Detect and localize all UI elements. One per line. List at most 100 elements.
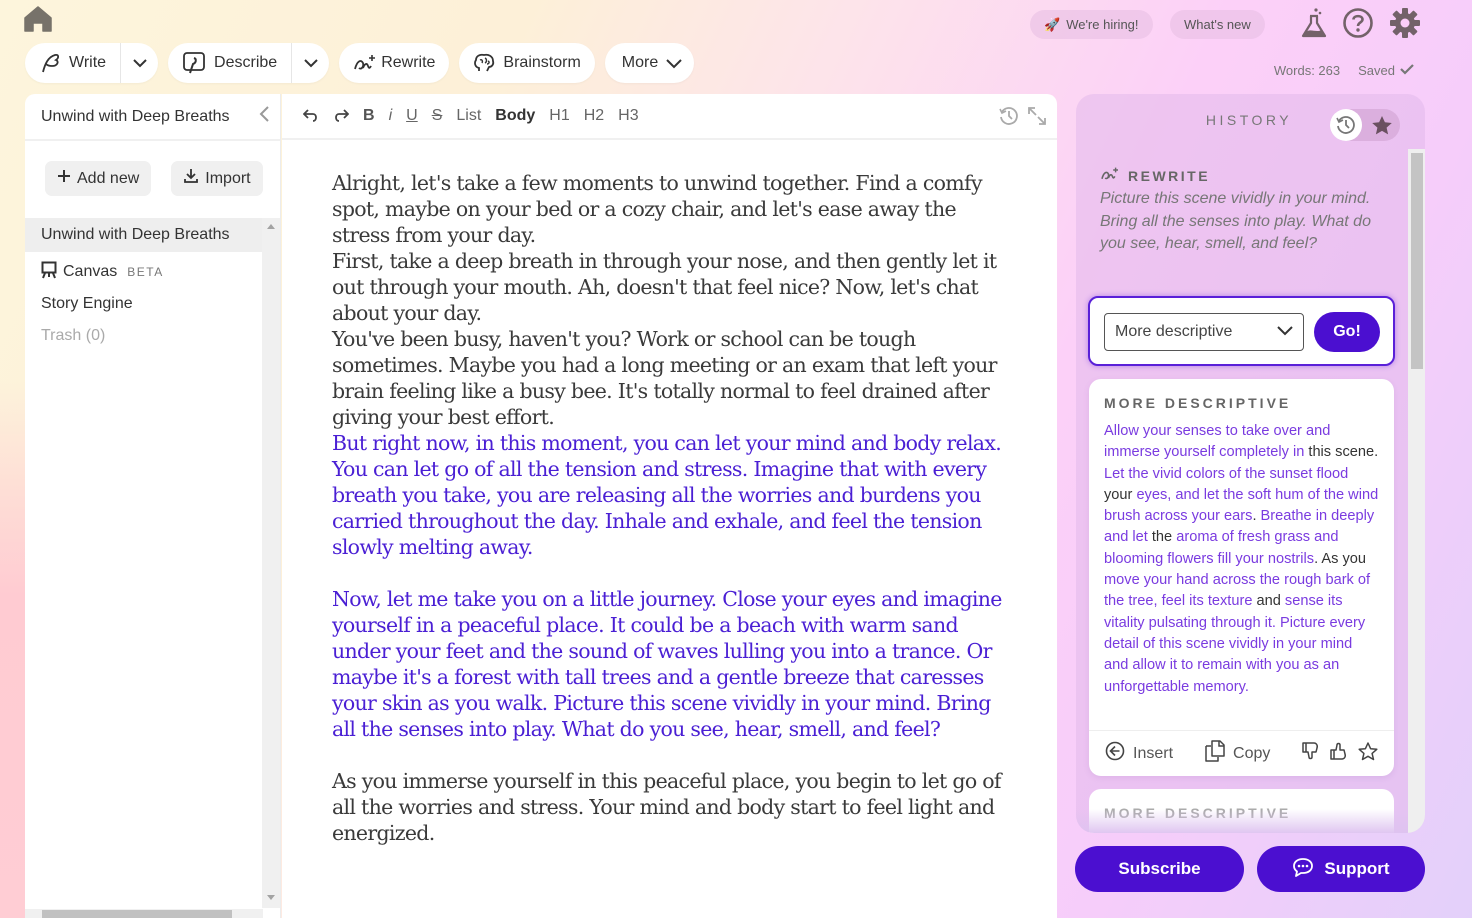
select-value: More descriptive	[1115, 323, 1233, 340]
plus-icon	[57, 169, 71, 188]
chat-icon	[1292, 857, 1314, 882]
star-outline-icon[interactable]	[1358, 741, 1378, 766]
history-panel: HISTORY REWRITE Picture this scene vivid…	[1076, 94, 1425, 833]
rewrite-icon	[353, 53, 377, 73]
check-icon	[1400, 63, 1414, 78]
document-status: Words: 263 Saved	[1274, 63, 1414, 78]
home-icon[interactable]	[24, 6, 52, 32]
expand-icon[interactable]	[1027, 106, 1047, 131]
format-toolbar: B i U S List Body H1 H2 H3	[282, 94, 1057, 140]
generated-paragraph: Now, let me take you on a little journey…	[332, 587, 1002, 741]
paragraph: As you immerse yourself in this peaceful…	[332, 769, 1002, 845]
editor-toolbar-right	[999, 106, 1047, 131]
kept-text: .	[1252, 508, 1261, 525]
thumbs-up-icon[interactable]	[1330, 742, 1348, 765]
italic-button[interactable]: i	[382, 107, 400, 125]
add-new-button[interactable]: Add new	[45, 161, 152, 196]
insert-icon	[1105, 741, 1125, 766]
card-title: MORE DESCRIPTIVE	[1104, 395, 1292, 411]
support-button[interactable]: Support	[1257, 846, 1425, 892]
copy-icon	[1205, 740, 1225, 767]
help-icon[interactable]	[1342, 7, 1374, 39]
sidebar-vertical-scrollbar[interactable]	[262, 218, 280, 908]
describe-icon	[182, 51, 206, 75]
sidebar-item-story-engine[interactable]: Story Engine	[25, 288, 263, 320]
redo-button[interactable]	[326, 109, 356, 123]
history-favorites-toggle[interactable]	[1330, 109, 1400, 141]
paragraph: You've been busy, haven't you? Work or s…	[332, 327, 997, 429]
bold-button[interactable]: B	[356, 107, 382, 125]
chevron-down-icon	[1277, 323, 1293, 341]
h1-button[interactable]: H1	[542, 107, 576, 125]
scroll-up-arrow-icon[interactable]	[267, 224, 275, 229]
history-scrollbar[interactable]	[1408, 149, 1425, 833]
sidebar-item-trash[interactable]: Trash (0)	[25, 320, 263, 352]
write-button[interactable]: Write	[25, 43, 120, 83]
import-label: Import	[205, 169, 251, 187]
sidebar-item-label: Trash (0)	[41, 327, 106, 344]
flask-icon[interactable]	[1298, 7, 1330, 39]
sidebar-item-label: Canvas	[63, 263, 118, 280]
go-button[interactable]: Go!	[1314, 312, 1380, 352]
describe-button[interactable]: Describe	[168, 43, 291, 83]
feedback-buttons	[1302, 741, 1378, 766]
add-new-label: Add new	[77, 169, 140, 187]
rewrite-button[interactable]: Rewrite	[339, 43, 450, 83]
sidebar-item-canvas[interactable]: Canvas BETA	[25, 256, 263, 288]
insert-button[interactable]: Insert	[1105, 741, 1173, 766]
rewrite-icon	[1100, 166, 1120, 185]
rewrite-button-inner: Rewrite	[339, 43, 449, 83]
write-button-group: Write	[25, 43, 159, 83]
sidebar-horizontal-scrollbar[interactable]	[25, 909, 263, 918]
thumbs-down-icon[interactable]	[1302, 742, 1320, 765]
chevron-down-icon	[666, 58, 682, 69]
document-content[interactable]: Alright, let's take a few moments to unw…	[332, 170, 1012, 846]
history-toggle-knob[interactable]	[1330, 109, 1362, 141]
write-dropdown-button[interactable]	[120, 43, 158, 83]
scrollbar-thumb[interactable]	[1411, 153, 1423, 369]
import-button[interactable]: Import	[171, 161, 263, 196]
kept-text: . As you	[1314, 550, 1366, 567]
scroll-down-arrow-icon[interactable]	[267, 895, 275, 900]
body-style-button[interactable]: Body	[488, 107, 542, 125]
whats-new-chip[interactable]: What's new	[1170, 10, 1265, 39]
changed-text: Let the vivid colors of the sunset flood	[1104, 465, 1349, 482]
chevron-down-icon	[303, 58, 318, 68]
subscribe-button[interactable]: Subscribe	[1075, 846, 1244, 892]
copy-label: Copy	[1233, 744, 1271, 762]
brainstorm-button[interactable]: Brainstorm	[459, 43, 595, 83]
strikethrough-button[interactable]: S	[425, 107, 450, 125]
write-label: Write	[69, 54, 107, 71]
brain-icon	[473, 52, 495, 74]
scrollbar-thumb[interactable]	[42, 910, 232, 918]
word-count: Words: 263	[1273, 63, 1341, 78]
undo-icon	[303, 109, 317, 122]
result-card: MORE DESCRIPTIVE Allow your senses to ta…	[1089, 379, 1394, 776]
document-sidebar: Unwind with Deep Breaths Add new Import …	[25, 94, 281, 918]
rewrite-style-select[interactable]: More descriptive	[1104, 313, 1304, 351]
kept-text: the	[1151, 529, 1173, 546]
history-icon[interactable]	[999, 106, 1019, 131]
list-button[interactable]: List	[449, 107, 488, 125]
sidebar-item-current-doc[interactable]: Unwind with Deep Breaths	[25, 218, 263, 252]
h3-button[interactable]: H3	[611, 107, 645, 125]
rewrite-source-text: Picture this scene vividly in your mind.…	[1100, 190, 1371, 252]
hiring-chip[interactable]: 🚀 We're hiring!	[1030, 10, 1153, 39]
rewrite-label: REWRITE	[1128, 167, 1211, 184]
more-button-inner: More	[605, 43, 694, 83]
kept-text: this scene.	[1308, 444, 1379, 461]
star-icon[interactable]	[1372, 116, 1392, 140]
document-list: Unwind with Deep Breaths Canvas BETA Sto…	[25, 218, 263, 352]
collapse-sidebar-icon[interactable]	[258, 105, 270, 128]
sidebar-doc-title: Unwind with Deep Breaths	[41, 107, 230, 125]
undo-button[interactable]	[296, 109, 326, 123]
copy-button[interactable]: Copy	[1205, 740, 1270, 767]
paragraph: First, take a deep breath in through you…	[332, 249, 997, 325]
underline-button[interactable]: U	[399, 107, 425, 125]
result-text: Allow your senses to take over and immer…	[1104, 421, 1379, 698]
describe-dropdown-button[interactable]	[291, 43, 329, 83]
subscribe-label: Subscribe	[1118, 859, 1201, 878]
gear-icon[interactable]	[1389, 7, 1421, 39]
h2-button[interactable]: H2	[577, 107, 611, 125]
more-button[interactable]: More	[604, 43, 695, 83]
